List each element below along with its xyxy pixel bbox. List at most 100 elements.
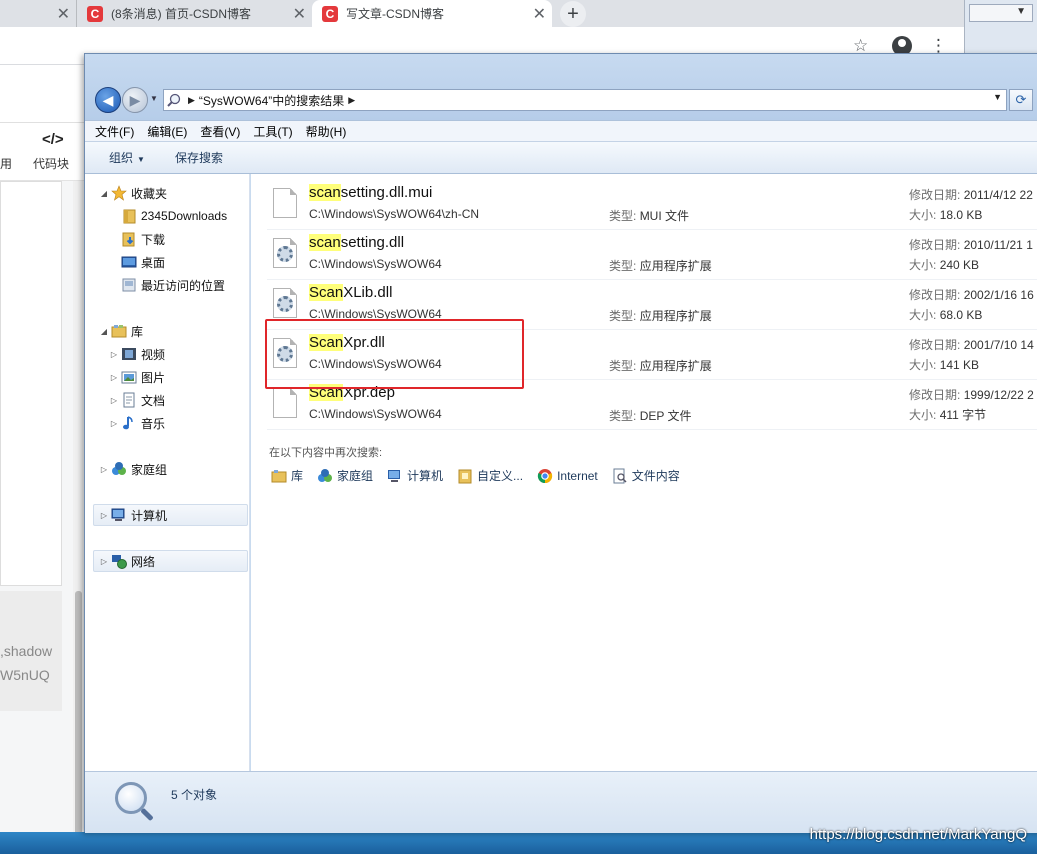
tree-item-homegroup[interactable]: ▷ 家庭组 — [99, 458, 167, 480]
file-type: 类型: 应用程序扩展 — [609, 357, 712, 374]
file-row-scansetting-dll-mui[interactable]: scansetting.dll.mui C:\Windows\SysWOW64\… — [267, 180, 1037, 230]
menu-tools[interactable]: 工具(T) — [253, 123, 292, 140]
size-value: 411 字节 — [939, 408, 987, 422]
file-row-scansetting-dll[interactable]: scansetting.dll C:\Windows\SysWOW64 类型: … — [267, 230, 1037, 280]
breadcrumb-search-results[interactable]: “SysWOW64”中的搜索结果 — [199, 92, 344, 109]
expand-arrow-icon[interactable]: ◢ — [99, 189, 109, 198]
tab-close-icon[interactable]: ✕ — [57, 4, 70, 24]
date-label: 修改日期: — [909, 288, 961, 302]
csdn-editor-page: 用 </> 代码块 ,shadow W5nUQ — [0, 65, 84, 854]
organize-button[interactable]: 组织 ▼ — [109, 149, 145, 166]
toolbar-label[interactable]: 用 — [0, 155, 12, 172]
tree-item-network[interactable]: ▷ 网络 — [99, 550, 155, 572]
tree-item-computer[interactable]: ▷ 计算机 — [99, 504, 167, 526]
details-pane: 5 个对象 — [85, 771, 1037, 833]
file-type: 类型: 应用程序扩展 — [609, 307, 712, 324]
expand-arrow-icon[interactable]: ◢ — [99, 327, 109, 336]
history-dropdown-icon[interactable]: ▼ — [150, 94, 158, 103]
network-icon — [111, 553, 127, 569]
dropdown-arrow-icon[interactable]: ▼ — [1016, 6, 1026, 17]
collapsed-arrow-icon[interactable]: ▷ — [109, 396, 119, 405]
tree-item-libraries[interactable]: ◢ 库 — [99, 320, 143, 342]
menu-edit[interactable]: 编辑(E) — [147, 123, 187, 140]
address-dropdown-icon[interactable]: ▼ — [993, 92, 1002, 102]
tree-item-favorites[interactable]: ◢ 收藏夹 — [99, 182, 167, 204]
file-path: C:\Windows\SysWOW64\zh-CN — [309, 207, 480, 221]
tree-label: 视频 — [141, 347, 166, 362]
collapsed-arrow-icon[interactable]: ▷ — [99, 465, 109, 474]
page-header — [0, 65, 84, 123]
collapsed-arrow-icon[interactable]: ▷ — [109, 419, 119, 428]
tree-item-music[interactable]: ▷ 音乐 — [109, 412, 165, 434]
file-name: ScanXLib.dll — [309, 284, 392, 301]
tab-partial[interactable]: ✕ — [0, 0, 76, 27]
tab-write-article[interactable]: C 写文章-CSDN博客 ✕ — [312, 0, 552, 27]
breadcrumb-arrow-icon[interactable]: ▶ — [348, 95, 355, 106]
collapsed-arrow-icon[interactable]: ▷ — [109, 350, 119, 359]
homegroup-icon — [111, 461, 127, 477]
computer-icon — [111, 507, 127, 523]
editor-area[interactable] — [0, 181, 62, 586]
type-value: 应用程序扩展 — [639, 359, 712, 373]
tree-item-downloads[interactable]: 下载 — [109, 228, 165, 250]
search-again-file-contents[interactable]: 文件内容 — [612, 467, 680, 484]
picture-library-icon — [121, 369, 137, 385]
tree-label: 最近访问的位置 — [141, 278, 226, 293]
preview-area: ,shadow W5nUQ — [0, 591, 62, 711]
gear-icon — [277, 246, 293, 262]
background-window-bar: ▼ — [969, 4, 1033, 22]
size-label: 大小: — [909, 408, 937, 422]
scrollbar-thumb[interactable] — [75, 591, 82, 839]
tab-csdn-home[interactable]: C (8条消息) 首页-CSDN博客 ✕ — [76, 0, 312, 27]
tab-title: (8条消息) 首页-CSDN博客 — [111, 7, 251, 21]
tab-close-icon[interactable]: ✕ — [533, 4, 546, 24]
save-search-button[interactable]: 保存搜索 — [175, 149, 223, 166]
menu-view[interactable]: 查看(V) — [200, 123, 240, 140]
file-name-rest: setting.dll.mui — [340, 184, 433, 201]
tree-item-2345downloads[interactable]: 2345Downloads — [109, 205, 227, 227]
back-button[interactable]: ◀ — [95, 87, 121, 113]
size-label: 大小: — [909, 208, 937, 222]
tab-close-icon[interactable]: ✕ — [293, 4, 306, 24]
type-label: 类型: — [609, 259, 637, 273]
address-bar[interactable]: ▶ “SysWOW64”中的搜索结果 ▶ ▼ — [163, 89, 1007, 111]
music-library-icon — [121, 415, 137, 431]
collapsed-arrow-icon[interactable]: ▷ — [109, 373, 119, 382]
size-value: 18.0 KB — [939, 208, 983, 222]
file-type: 类型: MUI 文件 — [609, 207, 689, 224]
type-value: 应用程序扩展 — [639, 309, 712, 323]
forward-button[interactable]: ▶ — [122, 87, 148, 113]
magnifier-icon — [115, 782, 147, 814]
tree-item-pictures[interactable]: ▷ 图片 — [109, 366, 165, 388]
tree-item-documents[interactable]: ▷ 文档 — [109, 389, 165, 411]
menu-file[interactable]: 文件(F) — [95, 123, 134, 140]
tree-label: 网络 — [131, 554, 156, 569]
gear-icon — [277, 296, 293, 312]
tree-item-videos[interactable]: ▷ 视频 — [109, 343, 165, 365]
search-again-computer[interactable]: 计算机 — [387, 467, 443, 484]
editor-toolbar: 用 </> 代码块 — [0, 123, 84, 181]
search-again-internet[interactable]: Internet — [537, 468, 598, 484]
code-block-icon[interactable]: </> — [42, 131, 64, 148]
new-tab-button[interactable]: + — [560, 1, 586, 27]
search-again-homegroup[interactable]: 家庭组 — [317, 467, 373, 484]
refresh-button[interactable]: ⟳ — [1009, 89, 1033, 111]
tree-item-desktop[interactable]: 桌面 — [109, 251, 165, 273]
menu-help[interactable]: 帮助(H) — [306, 123, 347, 140]
collapsed-arrow-icon[interactable]: ▷ — [99, 557, 109, 566]
search-again-libraries[interactable]: 库 — [271, 467, 303, 484]
search-again-custom[interactable]: 自定义... — [457, 467, 523, 484]
breadcrumb-arrow-icon[interactable]: ▶ — [188, 95, 195, 106]
video-library-icon — [121, 346, 137, 362]
code-block-label[interactable]: 代码块 — [33, 155, 69, 172]
blank-file-icon — [273, 388, 297, 418]
search-again-label: 在以下内容中再次搜索: — [269, 447, 383, 459]
search-icon — [164, 90, 184, 110]
file-size: 大小: 240 KB — [909, 256, 979, 273]
search-again-options: 库 家庭组 计算机 自定义... Internet 文件内容 — [271, 467, 694, 484]
collapsed-arrow-icon[interactable]: ▷ — [99, 511, 109, 520]
file-type: 类型: 应用程序扩展 — [609, 257, 712, 274]
tree-item-recent-places[interactable]: 最近访问的位置 — [109, 274, 225, 296]
search-again-label-item: 家庭组 — [337, 469, 374, 483]
type-value: MUI 文件 — [639, 209, 690, 223]
